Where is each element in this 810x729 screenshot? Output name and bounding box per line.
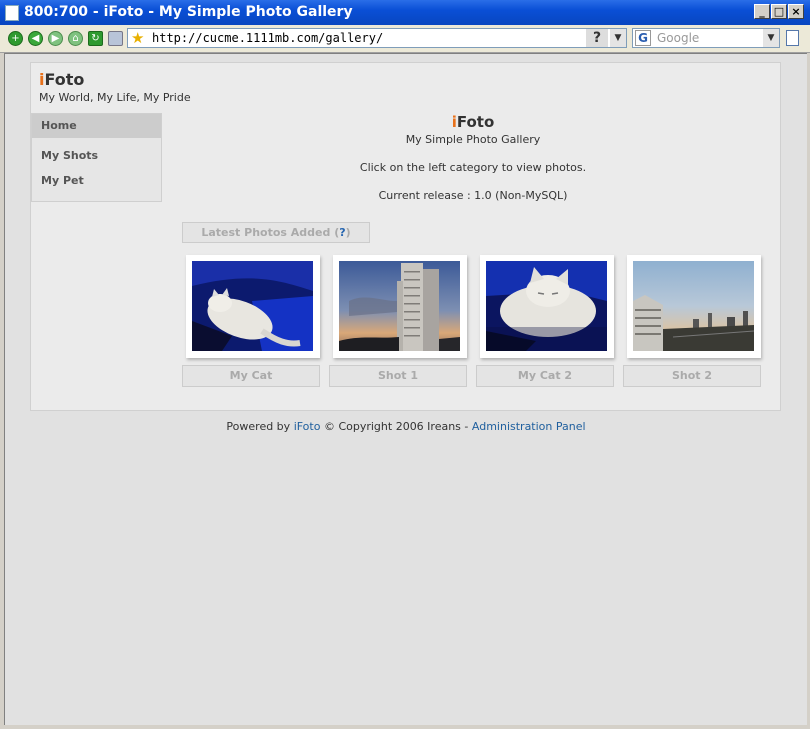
window-title: 800:700 - iFoto - My Simple Photo Galler… xyxy=(24,4,353,20)
window-title-bar: 800:700 - iFoto - My Simple Photo Galler… xyxy=(0,0,810,25)
gallery-container: iFoto My World, My Life, My Pride Home M… xyxy=(30,62,781,411)
page-footer: Powered by iFoto © Copyright 2006 Ireans… xyxy=(226,420,586,433)
nav-item-my-shots[interactable]: My Shots xyxy=(41,149,98,162)
administration-panel-link[interactable]: Administration Panel xyxy=(472,420,586,433)
main-subtitle: My Simple Photo Gallery xyxy=(405,133,541,146)
instruction-text: Click on the left category to view photo… xyxy=(359,161,587,174)
nav-item-my-pet[interactable]: My Pet xyxy=(41,174,84,187)
search-dropdown-icon[interactable]: ▼ xyxy=(763,29,779,47)
photo-thumbnail-my-cat-2[interactable] xyxy=(480,255,614,358)
photo-caption-shot-2[interactable]: Shot 2 xyxy=(623,365,761,387)
release-text: Current release : 1.0 (Non-MySQL) xyxy=(378,189,568,202)
site-title[interactable]: iFoto xyxy=(39,70,84,89)
site-tagline: My World, My Life, My Pride xyxy=(39,91,191,104)
page-menu-icon[interactable] xyxy=(786,30,799,46)
maximize-button[interactable]: □ xyxy=(771,4,787,19)
close-button[interactable]: × xyxy=(788,4,804,19)
bookmark-star-icon[interactable]: ★ xyxy=(131,29,144,47)
category-sidebar: Home My Shots My Pet xyxy=(31,113,162,202)
main-title: iFoto xyxy=(451,113,495,131)
photo-shot-2-image[interactable] xyxy=(633,261,754,351)
photo-caption-my-cat-2[interactable]: My Cat 2 xyxy=(476,365,614,387)
minimize-button[interactable]: _ xyxy=(754,4,770,19)
photo-my-cat-image[interactable] xyxy=(192,261,313,351)
home-icon[interactable]: ⌂ xyxy=(68,31,83,46)
reload-icon[interactable]: ↻ xyxy=(88,31,103,46)
address-dropdown-icon[interactable]: ▼ xyxy=(610,29,626,47)
stop-icon[interactable] xyxy=(108,31,123,46)
nav-item-home[interactable]: Home xyxy=(32,114,161,138)
photo-caption-shot-1[interactable]: Shot 1 xyxy=(329,365,467,387)
back-icon[interactable]: ◀ xyxy=(28,31,43,46)
address-bar[interactable]: ★ http://cucme.1111mb.com/gallery/ ? ▼ xyxy=(127,28,627,48)
photo-caption-my-cat[interactable]: My Cat xyxy=(182,365,320,387)
page-viewport: iFoto My World, My Life, My Pride Home M… xyxy=(4,53,807,725)
photo-my-cat-2-image[interactable] xyxy=(486,261,607,351)
help-icon[interactable]: ? xyxy=(586,29,608,47)
photo-shot-1-image[interactable] xyxy=(339,261,460,351)
browser-toolbar: + ◀ ▶ ⌂ ↻ ★ http://cucme.1111mb.com/gall… xyxy=(0,25,810,53)
forward-icon[interactable]: ▶ xyxy=(48,31,63,46)
photo-thumbnail-shot-2[interactable] xyxy=(627,255,761,358)
latest-photos-heading: Latest Photos Added (?) xyxy=(182,222,370,243)
search-box[interactable]: G Google ▼ xyxy=(632,28,780,48)
photo-thumbnail-shot-1[interactable] xyxy=(333,255,467,358)
ifoto-link[interactable]: iFoto xyxy=(294,420,321,433)
app-icon xyxy=(5,5,19,21)
search-placeholder[interactable]: Google xyxy=(657,29,699,47)
google-icon: G xyxy=(635,30,651,46)
new-tab-icon[interactable]: + xyxy=(8,31,23,46)
photo-thumbnail-my-cat[interactable] xyxy=(186,255,320,358)
address-url[interactable]: http://cucme.1111mb.com/gallery/ xyxy=(152,29,383,47)
